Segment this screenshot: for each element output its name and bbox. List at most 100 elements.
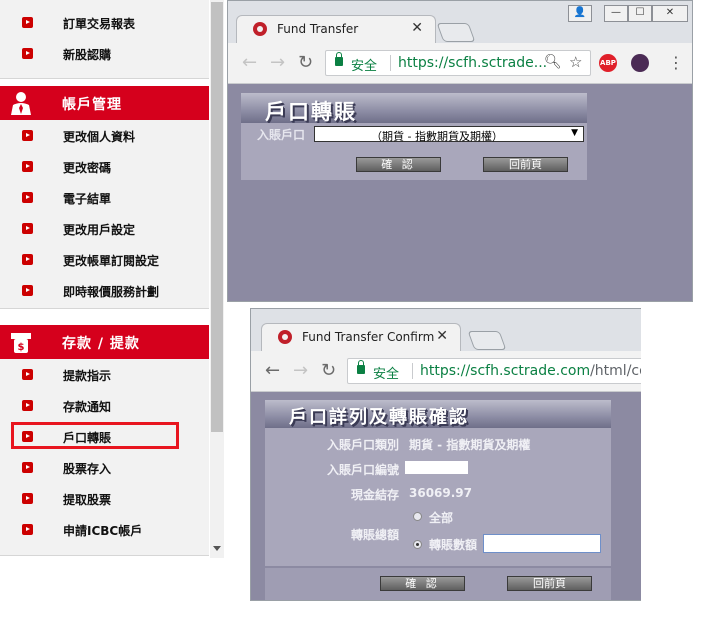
arrow-bullet-icon [22,254,33,265]
sidebar-item-label: 更改個人資料 [63,130,136,144]
back-arrow-icon[interactable]: ← [242,52,257,73]
sidebar-item-label: 訂單交易報表 [63,17,136,31]
tab-fund-transfer-confirm[interactable]: Fund Transfer Confirma ✕ [261,323,461,352]
svg-text:$: $ [18,342,25,353]
sidebar-item-statement-subscription[interactable]: 更改帳單訂閱設定 [0,245,209,275]
tab-strip: Fund Transfer Confirma ✕ [251,309,641,352]
account-type-label: 入賬戶口類別 [326,438,399,452]
menu-header-deposit[interactable]: $ 存款 / 提款 [0,325,209,359]
confirm-button[interactable]: 確 認 [380,576,465,591]
back-arrow-icon[interactable]: ← [265,360,280,381]
menu-group-account: 帳戶管理 更改個人資料 更改密碼 電子結單 更改用戶設定 更改帳單訂閱設定 即時… [0,86,209,309]
tab-close-icon[interactable]: ✕ [436,328,448,344]
sidebar-item-order-report[interactable]: 訂單交易報表 [0,8,209,38]
sidebar-item-label: 即時報價服務計劃 [63,285,160,299]
menu-header-label: 帳戶管理 [62,97,122,113]
to-account-label: 入賬戶口 [257,128,306,142]
to-account-select[interactable]: （期貨 - 指數期貨及期權） ▼ [314,126,584,143]
sidebar-item-user-settings[interactable]: 更改用戶設定 [0,214,209,244]
incognito-extension-icon[interactable] [631,54,649,72]
adblock-extension-icon[interactable]: ABP [599,54,617,72]
cash-balance-value: 36069.97 [409,486,473,500]
menu-header-account[interactable]: 帳戶管理 [0,86,209,120]
user-icon [11,92,31,115]
arrow-bullet-icon [22,17,33,28]
browser-window-confirmation: Fund Transfer Confirma ✕ ← → ↻ 安全 https:… [250,308,641,601]
to-account-selected-value: （期貨 - 指數期貨及期權） [371,130,503,143]
forward-arrow-icon[interactable]: → [270,52,285,73]
page-content: 戶口詳列及轉賬確認 入賬戶口類別 期貨 - 指數期貨及期權 入賬戶口編號 現金結… [251,392,641,600]
tab-fund-transfer[interactable]: Fund Transfer ✕ [236,15,436,44]
sidebar-item-deposit-notice[interactable]: 存款通知 [0,391,209,421]
sidebar-item-quote-plan[interactable]: 即時報價服務計劃 [0,276,209,306]
arrow-bullet-icon [22,493,33,504]
arrow-bullet-icon [22,369,33,380]
address-bar[interactable]: 安全 https://scfh.sctrade... 🔍︎ ☆ [325,50,591,76]
sidebar-item-label: 電子結單 [63,192,112,206]
browser-window-fund-transfer: Fund Transfer ✕ 👤 — ☐ ✕ ← → ↻ 安全 https:/… [227,0,693,302]
secure-label: 安全 [351,59,378,74]
sidebar-scrollbar[interactable] [210,0,224,558]
profile-icon[interactable]: 👤 [568,5,592,22]
address-separator [412,363,413,379]
sidebar-item-label: 更改用戶設定 [63,223,136,237]
sidebar-item-label: 股票存入 [63,462,112,476]
back-button[interactable]: 回前頁 [483,157,568,172]
tab-title: Fund Transfer [277,22,359,36]
lock-icon [335,52,343,66]
back-button[interactable]: 回前頁 [507,576,592,591]
url-text: https://scfh.sctrade.com/html/cor [420,363,641,379]
sidebar: 訂單交易報表 新股認購 帳戶管理 更改個人資料 更改密碼 電子結單 更改用戶設定… [0,0,224,618]
sidebar-item-change-password[interactable]: 更改密碼 [0,152,209,182]
sidebar-item-label: 更改帳單訂閱設定 [63,254,160,268]
address-bar[interactable]: 安全 https://scfh.sctrade.com/html/cor [347,358,641,384]
sidebar-item-icbc-account[interactable]: 申請ICBC帳戶 [0,515,209,545]
maximize-icon[interactable]: ☐ [628,5,652,22]
arrow-bullet-icon [22,192,33,203]
sidebar-item-personal-info[interactable]: 更改個人資料 [0,121,209,151]
confirm-button[interactable]: 確 認 [356,157,441,172]
zoom-icon[interactable]: 🔍︎ [544,54,562,70]
account-type-value: 期貨 - 指數期貨及期權 [409,438,531,452]
account-number-value [405,461,468,474]
scrollbar-thumb[interactable] [211,2,223,432]
sidebar-item-stock-withdrawal[interactable]: 提取股票 [0,484,209,514]
browser-menu-icon[interactable]: ⋮ [668,53,684,72]
browser-toolbar: ← → ↻ 安全 https://scfh.sctrade.com/html/c… [251,351,641,392]
sidebar-item-e-statement[interactable]: 電子結單 [0,183,209,213]
arrow-bullet-icon [22,130,33,141]
radio-transfer-all[interactable] [413,512,422,521]
arrow-bullet-icon [22,48,33,59]
page-content: 戶口轉賬 入賬戶口 （期貨 - 指數期貨及期權） ▼ 確 認 回前頁 [228,84,692,301]
sidebar-item-label: 提取股票 [63,493,112,507]
new-tab-button[interactable] [436,23,476,42]
minimize-icon[interactable]: — [604,5,628,22]
sidebar-item-label: 存款通知 [63,400,112,414]
arrow-bullet-icon [22,223,33,234]
money-transfer-icon: $ [11,333,31,353]
browser-toolbar: ← → ↻ 安全 https://scfh.sctrade... 🔍︎ ☆ AB… [228,43,692,84]
radio-transfer-amount[interactable] [413,540,422,549]
address-separator [390,55,391,71]
transfer-amount-input[interactable] [483,534,601,553]
account-number-label: 入賬戶口編號 [326,463,399,477]
page-title: 戶口轉賬 [265,100,357,124]
sidebar-item-withdrawal[interactable]: 提款指示 [0,360,209,390]
sidebar-item-stock-deposit[interactable]: 股票存入 [0,453,209,483]
site-favicon-icon [253,22,267,36]
reload-icon[interactable]: ↻ [321,360,336,381]
sidebar-item-label: 新股認購 [63,48,112,62]
bookmark-star-icon[interactable]: ☆ [569,53,582,71]
menu-group-reports: 訂單交易報表 新股認購 [0,0,209,79]
close-window-icon[interactable]: ✕ [652,5,688,22]
confirmation-buttons: 確 認 回前頁 [265,568,611,600]
cash-balance-label: 現金結存 [350,488,399,502]
reload-icon[interactable]: ↻ [298,52,313,73]
tab-close-icon[interactable]: ✕ [411,20,423,36]
tab-strip: Fund Transfer ✕ 👤 — ☐ ✕ [228,1,692,44]
sidebar-item-ipo[interactable]: 新股認購 [0,39,209,69]
new-tab-button[interactable] [467,331,507,350]
scroll-down-arrow-icon[interactable] [213,546,221,551]
url-text: https://scfh.sctrade... [398,55,548,71]
forward-arrow-icon[interactable]: → [293,360,308,381]
